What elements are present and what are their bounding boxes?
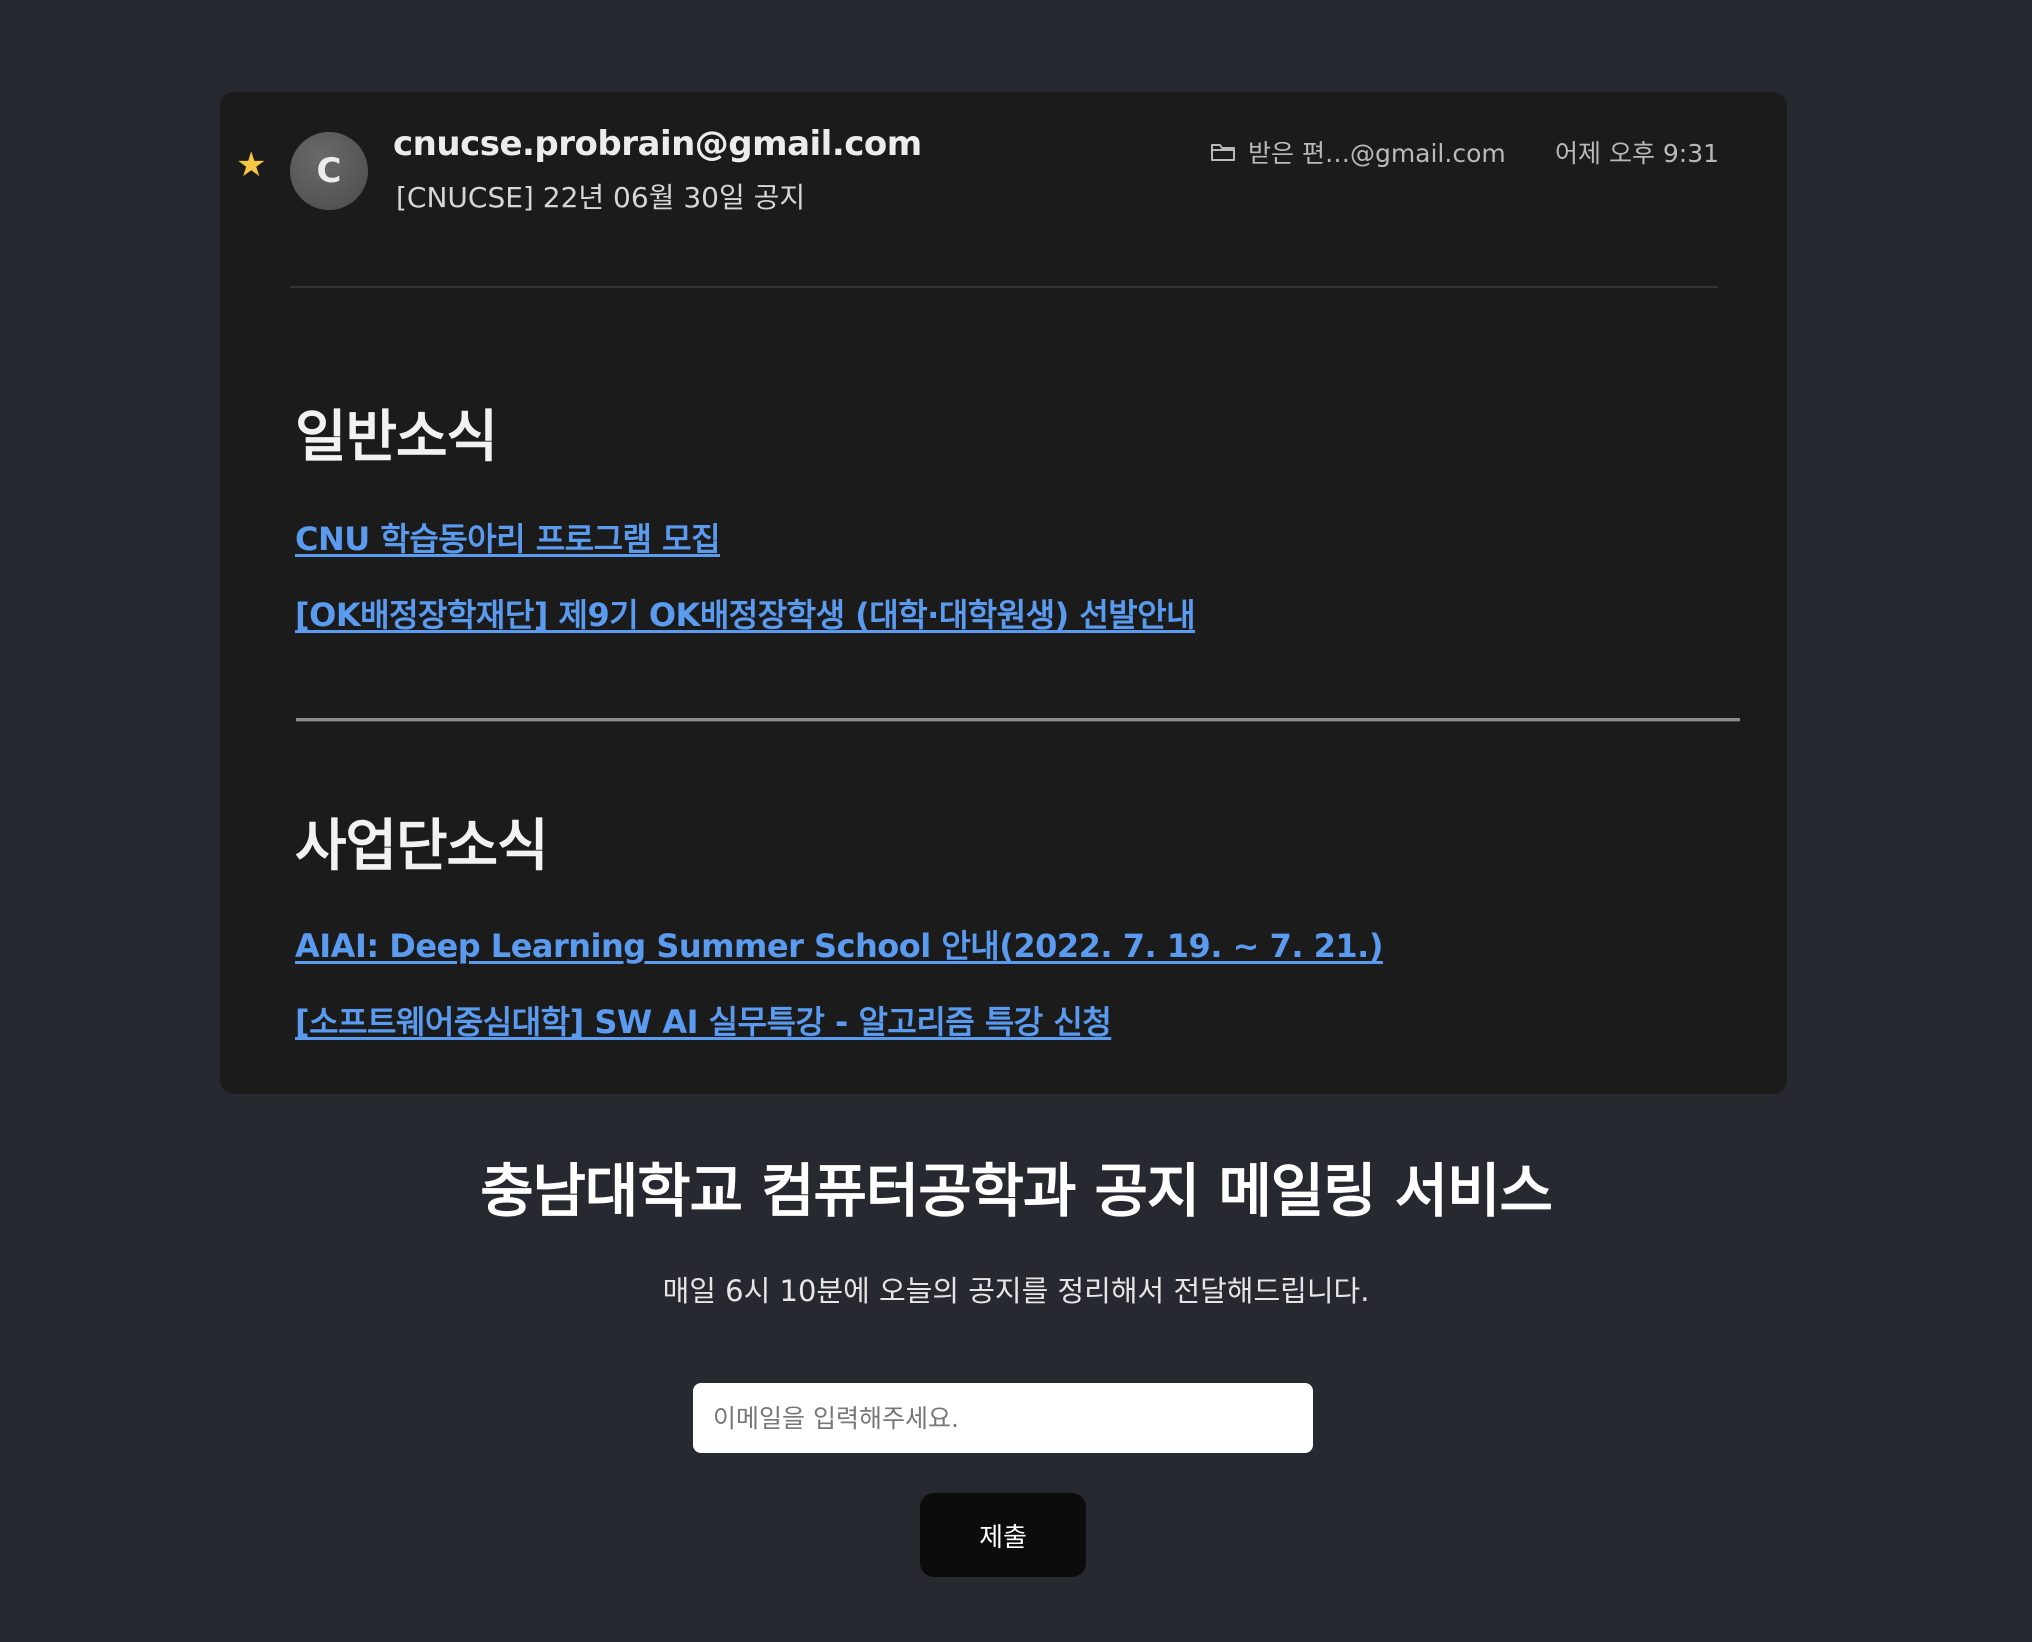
sender-avatar: C — [290, 132, 368, 210]
notice-link[interactable]: CNU 학습동아리 프로그램 모집 — [295, 514, 721, 560]
sender-address: cnucse.probrain@gmail.com — [393, 124, 922, 164]
section-divider — [296, 718, 1740, 722]
folder-label: 받은 편…@gmail.com — [1248, 139, 1506, 168]
notice-link[interactable]: [소프트웨어중심대학] SW AI 실무특강 - 알고리즘 특강 신청 — [295, 997, 1112, 1043]
email-subject: [CNUCSE] 22년 06월 30일 공지 — [396, 181, 806, 214]
folder-icon — [1211, 144, 1235, 161]
email-input[interactable] — [693, 1383, 1313, 1453]
service-title: 충남대학교 컴퓨터공학과 공지 메일링 서비스 — [480, 1157, 1553, 1225]
email-datetime: 어제 오후 9:31 — [1555, 139, 1720, 168]
section-title-project-news: 사업단소식 — [295, 814, 549, 879]
email-preview-card: ★ C cnucse.probrain@gmail.com [CNUCSE] 2… — [220, 92, 1787, 1094]
header-divider — [290, 286, 1718, 288]
notice-link[interactable]: [OK배정장학재단] 제9기 OK배정장학생 (대학·대학원생) 선발안내 — [295, 590, 1196, 636]
mailbox-folder: 받은 편…@gmail.com — [1210, 134, 1506, 170]
notice-link[interactable]: AIAI: Deep Learning Summer School 안내(202… — [295, 921, 1383, 967]
submit-button[interactable]: 제출 — [920, 1493, 1086, 1577]
service-subtitle: 매일 6시 10분에 오늘의 공지를 정리해서 전달해드립니다. — [662, 1274, 1370, 1308]
section-title-general-news: 일반소식 — [295, 405, 498, 470]
star-icon[interactable]: ★ — [236, 148, 270, 182]
